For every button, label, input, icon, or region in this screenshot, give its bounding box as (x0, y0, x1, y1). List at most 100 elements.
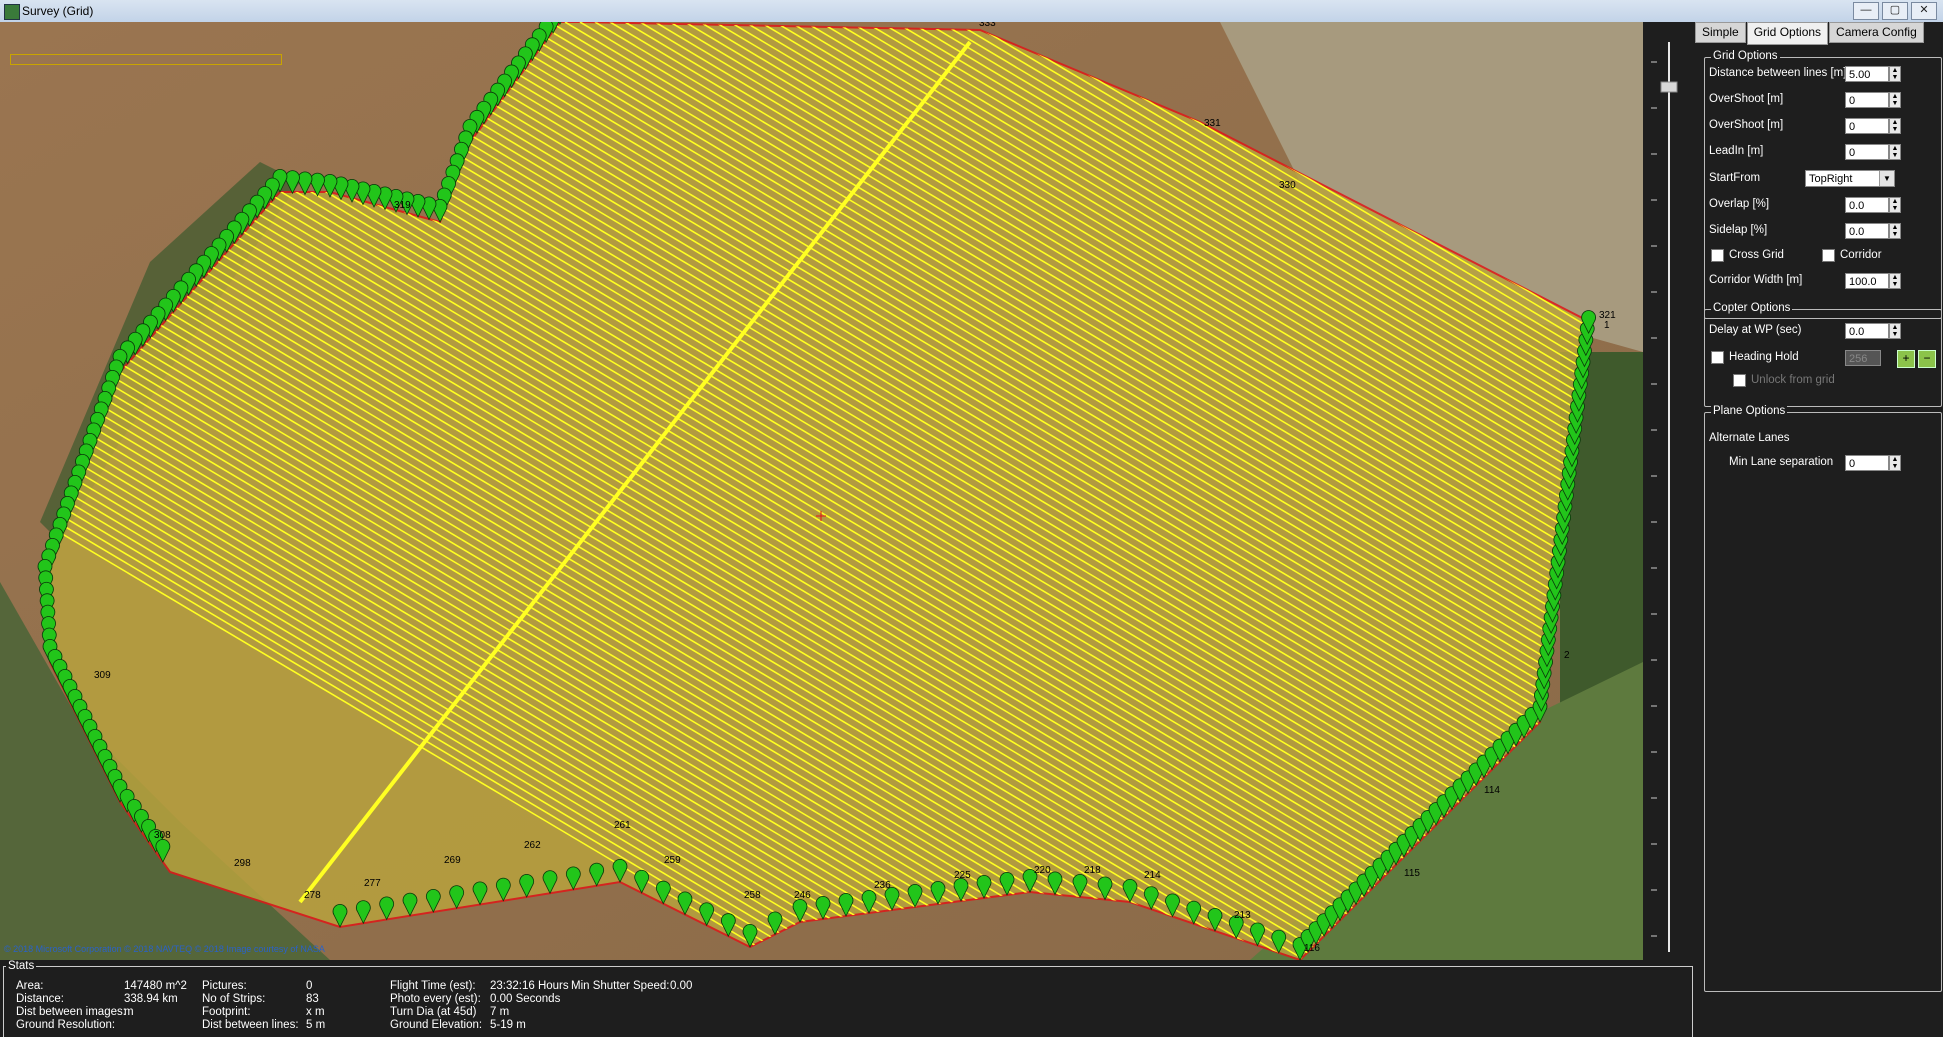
min-lane-separation-input[interactable]: 0 (1845, 455, 1889, 471)
overlap-label: Overlap [%] (1709, 198, 1770, 210)
map-attribution: © 2018 Microsoft Corporation © 2018 NAVT… (4, 944, 325, 954)
flight-time-value: 23:32:16 Hours (490, 980, 569, 992)
options-panel: Simple Grid Options Camera Config Grid O… (1695, 22, 1943, 1035)
min-lane-spinner[interactable]: ▲ ▼ (1889, 455, 1901, 471)
waypoint-label: 236 (874, 880, 891, 891)
overlap-input[interactable]: 0.0 (1845, 197, 1889, 213)
waypoint-label: 246 (794, 890, 811, 901)
flight-time-label: Flight Time (est): (390, 980, 476, 992)
leadin-input[interactable]: 0 (1845, 144, 1889, 160)
strips-value: 83 (306, 993, 319, 1005)
turn-dia-label: Turn Dia (at 45d) (390, 1006, 477, 1018)
ground-elevation-label: Ground Elevation: (390, 1019, 483, 1031)
heading-hold-checkbox[interactable] (1711, 351, 1724, 364)
dist-lines-label: Dist between lines: (202, 1019, 299, 1031)
pictures-label: Pictures: (202, 980, 247, 992)
stats-panel: Stats Area: 147480 m^2 Distance: 338.94 … (0, 960, 1695, 1037)
tab-simple[interactable]: Simple (1695, 22, 1746, 43)
unlock-from-grid-label: Unlock from grid (1751, 374, 1835, 386)
window-title: Survey (Grid) (22, 4, 94, 18)
ground-elevation-value: 5-19 m (490, 1019, 526, 1031)
tab-camera-config[interactable]: Camera Config (1829, 22, 1924, 43)
waypoint-label: 116 (1304, 943, 1320, 954)
unlock-from-grid-checkbox[interactable] (1733, 374, 1746, 387)
min-lane-separation-label: Min Lane separation (1729, 456, 1834, 468)
waypoint-label: 225 (954, 870, 971, 881)
dist-images-label: Dist between images: (16, 1006, 126, 1018)
waypoint-label: 277 (364, 878, 381, 889)
waypoint-label: 298 (234, 858, 251, 869)
overshoot2-spinner[interactable]: ▲ ▼ (1889, 118, 1901, 134)
leadin-spinner[interactable]: ▲ ▼ (1889, 144, 1901, 160)
startfrom-label: StartFrom (1709, 172, 1761, 184)
waypoint-label: 220 (1034, 865, 1051, 876)
app-icon (4, 4, 20, 20)
heading-value-input[interactable]: 256 (1845, 350, 1881, 366)
zoom-slider-thumb[interactable] (1660, 81, 1678, 93)
distance-value: 338.94 km (124, 993, 178, 1005)
maximize-button[interactable]: ▢ (1882, 2, 1908, 20)
waypoint-label: 218 (1084, 865, 1101, 876)
dist-lines-value: 5 m (306, 1019, 326, 1031)
waypoint-label: 330 (1279, 180, 1296, 191)
delay-at-wp-label: Delay at WP (sec) (1709, 324, 1802, 336)
window-titlebar: Survey (Grid) — ▢ ✕ (0, 0, 1943, 22)
corridor-label: Corridor (1840, 249, 1882, 261)
strips-label: No of Strips: (202, 993, 266, 1005)
heading-plus-button[interactable]: + (1897, 350, 1915, 368)
cross-grid-label: Cross Grid (1729, 249, 1784, 261)
grid-options-group: Grid Options Distance between lines [m] … (1704, 50, 1942, 319)
distance-between-lines-input[interactable]: 5.00 (1845, 66, 1889, 82)
waypoint-label: 258 (744, 890, 761, 901)
corridor-width-spinner[interactable]: ▲ ▼ (1889, 273, 1901, 289)
corridor-width-label: Corridor Width [m] (1709, 274, 1803, 286)
startfrom-value: TopRight (1809, 173, 1853, 185)
photo-every-value: 0.00 Seconds (490, 993, 561, 1005)
overshoot2-label: OverShoot [m] (1709, 119, 1784, 131)
distance-between-lines-label: Distance between lines [m] (1709, 67, 1847, 79)
close-button[interactable]: ✕ (1911, 2, 1937, 20)
waypoint-label: 259 (664, 855, 681, 866)
waypoint-label: 333 (979, 22, 996, 29)
stats-title: Stats (6, 960, 37, 972)
tab-grid-options[interactable]: Grid Options (1746, 22, 1829, 45)
overshoot1-input[interactable]: 0 (1845, 92, 1889, 108)
delay-spinner[interactable]: ▲ ▼ (1889, 323, 1901, 339)
waypoint-label: 319 (394, 200, 411, 211)
copter-options-title: Copter Options (1711, 302, 1793, 314)
copter-options-group: Copter Options Delay at WP (sec) 0.0 ▲ ▼ … (1704, 302, 1942, 407)
ground-res-label: Ground Resolution: (16, 1019, 116, 1031)
footprint-label: Footprint: (202, 1006, 251, 1018)
overshoot1-spinner[interactable]: ▲ ▼ (1889, 92, 1901, 108)
startfrom-select[interactable]: TopRight ▼ (1805, 170, 1895, 187)
sidelap-spinner[interactable]: ▲ ▼ (1889, 223, 1901, 239)
sidelap-input[interactable]: 0.0 (1845, 223, 1889, 239)
waypoint-label: 262 (524, 840, 541, 851)
plane-options-title: Plane Options (1711, 405, 1788, 417)
waypoint-label: 115 (1404, 868, 1420, 879)
waypoint-label: 278 (304, 890, 321, 901)
heading-hold-label: Heading Hold (1729, 351, 1799, 363)
sidelap-label: Sidelap [%] (1709, 224, 1768, 236)
waypoint-label: 214 (1144, 870, 1161, 881)
zoom-slider[interactable] (1643, 22, 1695, 960)
minimize-button[interactable]: — (1853, 2, 1879, 20)
corridor-width-input[interactable]: 100.0 (1845, 273, 1889, 289)
map-canvas[interactable]: 3333313303213193093082982782772692622612… (0, 22, 1643, 960)
overlap-spinner[interactable]: ▲ ▼ (1889, 197, 1901, 213)
delay-at-wp-input[interactable]: 0.0 (1845, 323, 1889, 339)
heading-minus-button[interactable]: − (1918, 350, 1936, 368)
overshoot2-input[interactable]: 0 (1845, 118, 1889, 134)
plane-options-group: Plane Options Alternate Lanes Min Lane s… (1704, 405, 1942, 992)
leadin-label: LeadIn [m] (1709, 145, 1764, 157)
photo-every-label: Photo every (est): (390, 993, 481, 1005)
map-view[interactable]: 333 331 330 321 319 309 308 298 278 277 269 262 261 2… (0, 22, 1643, 960)
overshoot1-label: OverShoot [m] (1709, 93, 1784, 105)
min-shutter-value: 0.00 (670, 980, 693, 992)
turn-dia-value: 7 m (490, 1006, 510, 1018)
corridor-checkbox[interactable] (1822, 249, 1835, 262)
cross-grid-checkbox[interactable] (1711, 249, 1724, 262)
waypoint-label: 114 (1484, 785, 1500, 796)
distance-spinner[interactable]: ▲ ▼ (1889, 66, 1901, 82)
chevron-down-icon: ▼ (1879, 171, 1894, 186)
